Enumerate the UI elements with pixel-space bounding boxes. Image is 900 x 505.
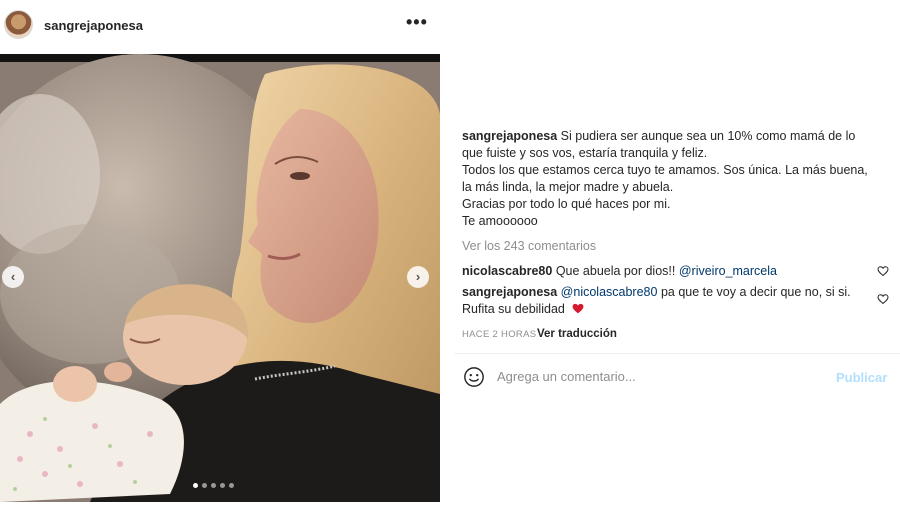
carousel-dot	[220, 483, 225, 488]
comment-text: pa que te voy a decir que no, si si.	[660, 285, 851, 299]
ellipsis-icon[interactable]: •••	[406, 12, 428, 33]
photo-illustration	[0, 54, 440, 502]
chevron-right-icon[interactable]: ›	[407, 266, 429, 288]
caption-line: Gracias por todo lo qué haces por mi.	[462, 197, 671, 211]
comment: nicolascabre80 Que abuela por dios!! @ri…	[462, 263, 872, 280]
comment-input[interactable]	[497, 369, 817, 384]
carousel-dot	[202, 483, 207, 488]
carousel-dot	[193, 483, 198, 488]
post-caption: sangrejaponesa Si pudiera ser aunque sea…	[462, 128, 900, 230]
carousel-dot	[229, 483, 234, 488]
comment-username[interactable]: sangrejaponesa	[462, 285, 557, 299]
post-author-username[interactable]: sangrejaponesa	[44, 18, 143, 33]
emoji-icon[interactable]	[463, 366, 485, 388]
divider	[454, 353, 900, 354]
carousel-dot	[211, 483, 216, 488]
caption-line: Si pudiera ser aunque sea un 10% como ma…	[560, 129, 856, 143]
caption-line: que fuiste y sos vos, estaría tranquila …	[462, 146, 708, 160]
caption-line: la más linda, la mejor madre y abuela.	[462, 180, 674, 194]
comment-text: Que abuela por dios!!	[555, 264, 676, 278]
caption-username[interactable]: sangrejaponesa	[462, 129, 557, 143]
comment: sangrejaponesa @nicolascabre80 pa que te…	[462, 284, 872, 318]
post-photo: ‹ ›	[0, 54, 440, 502]
comments-panel: sangrejaponesa Si pudiera ser aunque sea…	[440, 0, 900, 505]
chevron-left-icon[interactable]: ‹	[2, 266, 24, 288]
caption-line: Te amoooooo	[462, 214, 538, 228]
carousel-dots	[193, 483, 234, 488]
heart-outline-icon[interactable]	[877, 293, 889, 305]
red-heart-icon	[572, 303, 584, 314]
post-header: sangrejaponesa •••	[0, 0, 440, 52]
see-translation-link[interactable]: Ver traducción	[537, 328, 617, 340]
view-all-comments-link[interactable]: Ver los 243 comentarios	[462, 239, 596, 253]
avatar[interactable]	[4, 10, 33, 39]
comment-username[interactable]: nicolascabre80	[462, 264, 552, 278]
comment-text: Rufita su debilidad	[462, 302, 565, 316]
post-timestamp: HACE 2 HORAS	[462, 329, 537, 340]
publish-button[interactable]: Publicar	[836, 370, 887, 385]
comment-mention[interactable]: @nicolascabre80	[561, 285, 658, 299]
comment-mention[interactable]: @riveiro_marcela	[679, 264, 777, 278]
heart-outline-icon[interactable]	[877, 265, 889, 277]
caption-line: Todos los que estamos cerca tuyo te amam…	[462, 163, 868, 177]
